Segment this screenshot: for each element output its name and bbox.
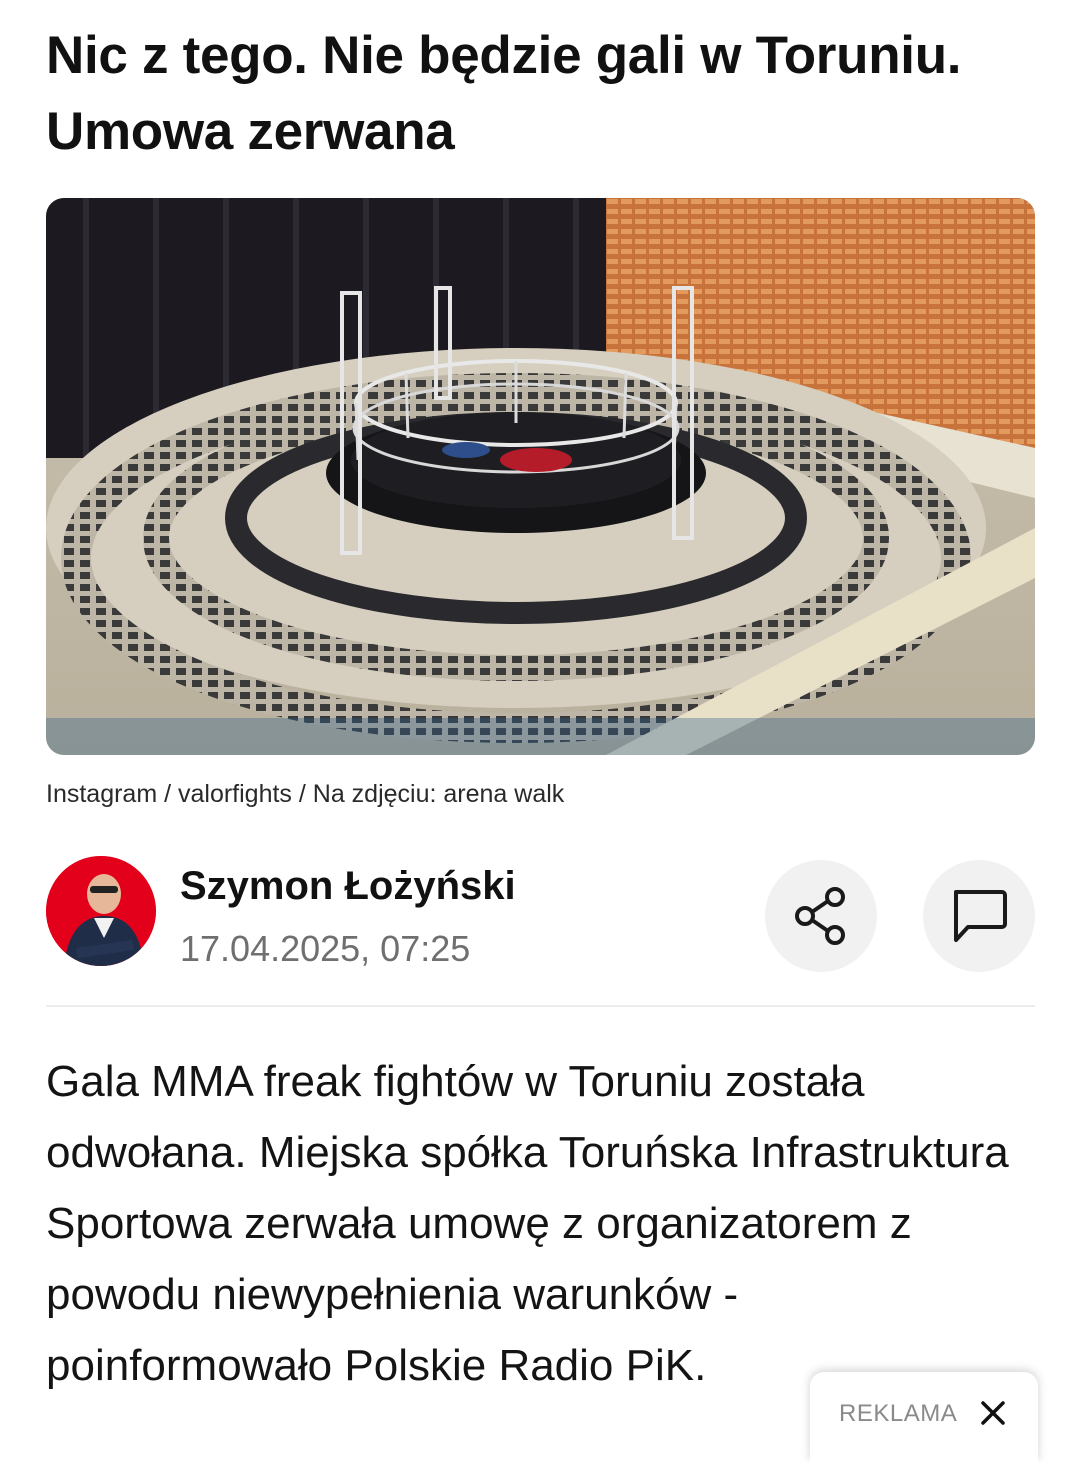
close-icon <box>981 1401 1005 1425</box>
author-avatar[interactable] <box>46 856 156 966</box>
author-row: Szymon Łożyński 17.04.2025, 07:25 <box>46 856 1036 972</box>
comment-icon <box>954 890 1007 942</box>
arena-photo-illustration <box>46 198 1035 755</box>
share-icon <box>795 887 845 945</box>
photo-caption: Instagram / valorfights / Na zdjęciu: ar… <box>46 780 565 808</box>
article-photo[interactable] <box>46 198 1035 755</box>
person-silhouette-icon <box>46 856 156 966</box>
comments-button[interactable] <box>923 860 1035 972</box>
section-divider <box>46 1005 1035 1007</box>
publish-datetime: 17.04.2025, 07:25 <box>180 928 471 969</box>
share-button[interactable] <box>765 860 877 972</box>
ad-label: REKLAMA <box>839 1400 958 1427</box>
article-lead: Gala MMA freak fightów w Toruniu została… <box>46 1057 1009 1390</box>
article-headline: Nic z tego. Nie będzie gali w Toruniu. U… <box>46 26 962 161</box>
ad-bar: REKLAMA <box>810 1372 1038 1462</box>
ad-close-button[interactable] <box>976 1396 1010 1430</box>
author-name[interactable]: Szymon Łożyński <box>180 864 516 909</box>
